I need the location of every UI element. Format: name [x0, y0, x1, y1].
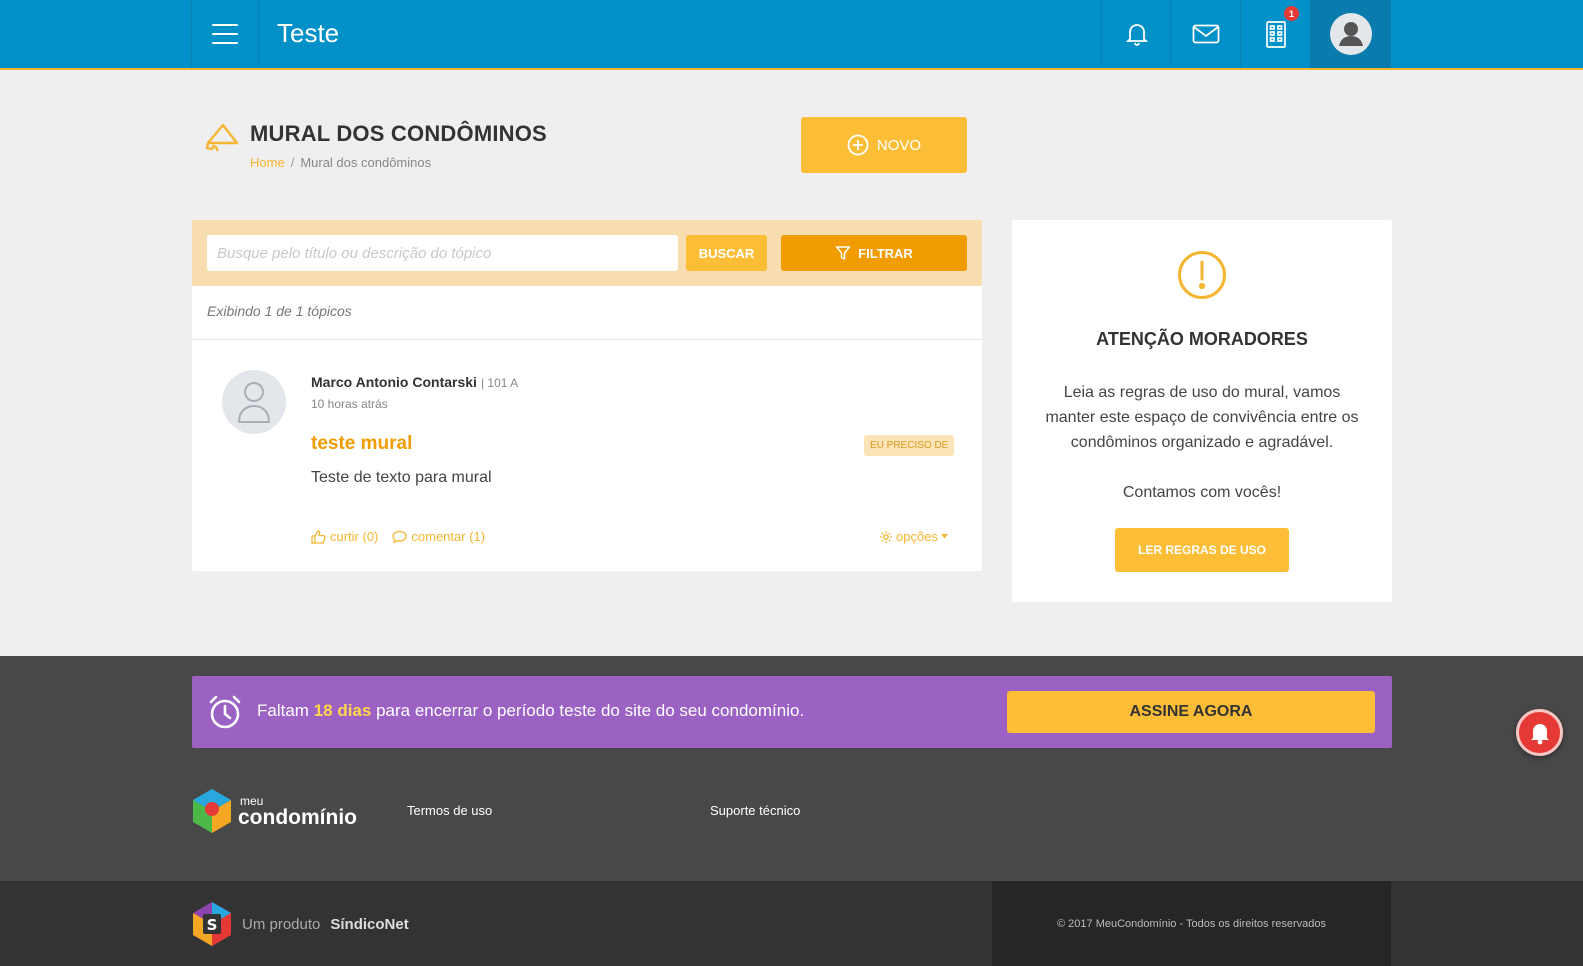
alert-circle-icon	[1178, 251, 1226, 299]
notification-badge: 1	[1284, 6, 1299, 21]
condominium-button[interactable]: 1	[1240, 0, 1310, 68]
comment-label: comentar (1)	[411, 529, 486, 544]
svg-text:S: S	[207, 916, 218, 934]
search-button[interactable]: BUSCAR	[686, 235, 767, 271]
building-icon	[1265, 21, 1286, 48]
support-link[interactable]: Suporte técnico	[710, 803, 800, 818]
post-body: Teste de texto para mural	[311, 469, 492, 486]
notice-text: Leia as regras de uso do mural, vamos ma…	[1045, 384, 1359, 451]
mail-icon	[1192, 24, 1219, 44]
options-label: opções	[896, 529, 938, 544]
filter-button[interactable]: FILTRAR	[781, 235, 967, 271]
trial-text-before: Faltam	[257, 701, 314, 720]
sindiconet-logo-icon: S	[193, 902, 231, 946]
terms-link[interactable]: Termos de uso	[407, 803, 492, 818]
search-bar: BUSCAR FILTRAR	[192, 220, 982, 286]
post-actions: curtir (0) comentar (1)	[311, 529, 485, 544]
notice-card: ATENÇÃO MORADORES Leia as regras de uso …	[1012, 220, 1392, 602]
comment-button[interactable]: comentar (1)	[392, 529, 485, 544]
trial-section: Faltam 18 dias para encerrar o período t…	[0, 656, 1583, 769]
trial-days: 18 dias	[313, 701, 372, 720]
post-author-name: Marco Antonio Contarski	[311, 374, 477, 390]
new-topic-button[interactable]: NOVO	[801, 117, 967, 173]
bottom-bar: S Um produto SíndicoNet © 2017 MeuCondom…	[0, 881, 1583, 966]
logo-word-small: meu	[240, 793, 264, 808]
like-label: curtir (0)	[330, 529, 379, 544]
menu-icon	[212, 24, 238, 44]
megaphone-icon	[205, 120, 241, 159]
copyright: © 2017 MeuCondomínio - Todos os direitos…	[992, 881, 1391, 966]
alarm-clock-icon	[209, 695, 241, 729]
product-name: SíndicoNet	[330, 915, 409, 933]
push-notification-button[interactable]	[1516, 709, 1563, 756]
bell-icon	[1125, 24, 1148, 46]
top-navbar: Teste 1	[0, 0, 1583, 70]
gear-icon	[880, 530, 892, 543]
trial-message: Faltam 18 dias para encerrar o período t…	[257, 701, 804, 721]
page-title: MURAL DOS CONDÔMINOS	[250, 121, 547, 146]
caret-down-icon	[940, 534, 948, 539]
user-icon	[1329, 13, 1372, 55]
post-author-unit: | 101 A	[480, 376, 519, 390]
breadcrumb-home-link[interactable]: Home	[250, 155, 285, 170]
post-title[interactable]: teste mural	[311, 433, 412, 455]
product-prefix: Um produto	[242, 915, 321, 933]
filter-icon	[835, 246, 851, 260]
product-credit: S Um produto SíndicoNet	[192, 901, 409, 947]
messages-button[interactable]	[1170, 0, 1240, 68]
menu-button[interactable]	[191, 0, 259, 68]
post-time: 10 horas atrás	[311, 397, 388, 411]
trial-text-after: para encerrar o período teste do site do…	[371, 701, 805, 720]
filter-label: FILTRAR	[858, 245, 913, 261]
read-rules-button[interactable]: LER REGRAS DE USO	[1115, 528, 1289, 572]
comment-icon	[392, 530, 408, 543]
footer: meu condomínio Termos de uso Suporte téc…	[0, 769, 1583, 881]
bell-icon	[1530, 723, 1549, 744]
user-icon	[238, 382, 270, 423]
like-button[interactable]: curtir (0)	[311, 529, 378, 544]
app-title: Teste	[277, 18, 340, 48]
topics-panel: BUSCAR FILTRAR Exibindo 1 de 1 tópicos M…	[192, 220, 982, 571]
cube-logo-icon	[193, 789, 231, 833]
breadcrumb: Home / Mural dos condôminos	[250, 155, 431, 170]
plus-circle-icon	[847, 134, 869, 156]
author-avatar	[222, 370, 286, 434]
notice-closing: Contamos com vocês!	[1122, 484, 1282, 501]
subscribe-button[interactable]: ASSINE AGORA	[1007, 691, 1375, 733]
post-category-tag: EU PRECISO DE	[864, 435, 955, 456]
notifications-button[interactable]	[1101, 0, 1171, 68]
new-topic-label: NOVO	[876, 136, 922, 154]
thumbs-up-icon	[311, 529, 326, 544]
breadcrumb-separator: /	[290, 155, 295, 170]
results-count: Exibindo 1 de 1 tópicos	[207, 303, 352, 319]
user-menu-button[interactable]	[1310, 0, 1391, 68]
logo-word-big: condomínio	[238, 805, 357, 829]
divider	[192, 339, 982, 340]
meucondominio-logo: meu condomínio	[192, 788, 357, 834]
search-input[interactable]	[207, 235, 678, 271]
notice-title: ATENÇÃO MORADORES	[1096, 329, 1308, 349]
trial-banner: Faltam 18 dias para encerrar o período t…	[192, 676, 1392, 748]
breadcrumb-current: Mural dos condôminos	[300, 155, 432, 170]
options-dropdown[interactable]: opções	[879, 529, 948, 544]
post-author: Marco Antonio Contarski | 101 A	[311, 374, 518, 390]
